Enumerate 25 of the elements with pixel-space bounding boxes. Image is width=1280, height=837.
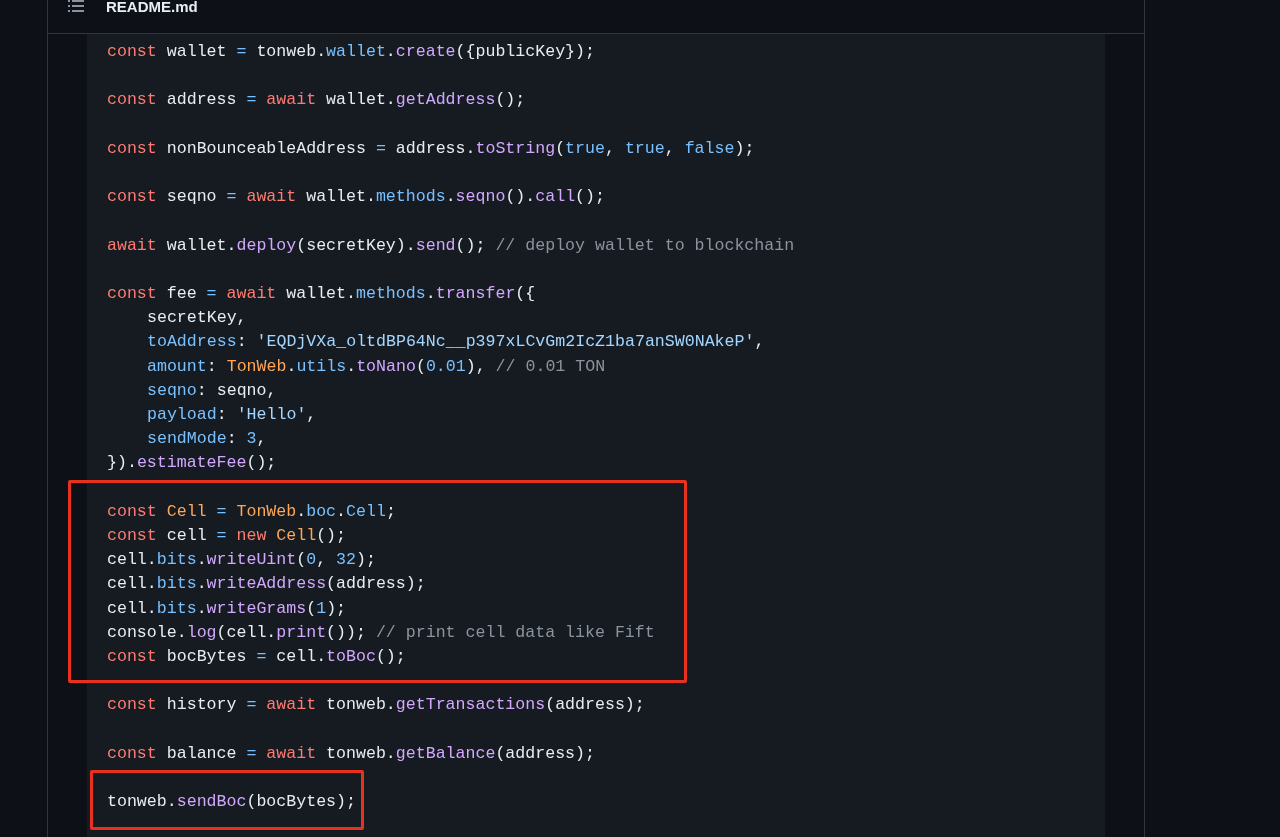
code-line: const wallet = tonweb.wallet.create({publicKey}); bbox=[107, 41, 595, 63]
code-line: const balance = await tonweb.getBalance(address); bbox=[107, 742, 595, 765]
code-line: tonweb.sendBoc(bocBytes); bbox=[107, 791, 356, 814]
code-line: const Cell = TonWeb.boc.Cell; bbox=[107, 500, 397, 523]
code-line: const cell = new Cell(); bbox=[107, 524, 348, 547]
code-line: const address = await wallet.getAddress(); bbox=[107, 89, 526, 112]
code-line: cell.bits.writeUint(0, 32); bbox=[107, 549, 377, 572]
code-line: cell.bits.writeGrams(1); bbox=[107, 597, 348, 620]
code-line: const fee = await wallet.methods.transfer({ bbox=[107, 282, 537, 305]
code-line: const bocBytes = cell.toBoc(); bbox=[107, 646, 407, 668]
code-line: const history = await tonweb.getTransactions(address); bbox=[107, 694, 645, 717]
code-line: seqno: seqno, bbox=[146, 379, 278, 402]
list-icon[interactable] bbox=[68, 0, 84, 12]
code-line: sendMode: 3, bbox=[146, 428, 268, 451]
code-line: await wallet.deploy(secretKey).send(); // deploy wallet to blockchain bbox=[107, 234, 795, 257]
file-name: README.md bbox=[106, 0, 198, 14]
code-line: payload: 'Hello', bbox=[146, 403, 318, 426]
code-line: console.log(cell.print()); // print cell data like Fift bbox=[107, 621, 655, 644]
code-line: cell.bits.writeAddress(address); bbox=[107, 573, 427, 596]
code-line: amount: TonWeb.utils.toNano(0.01), // 0.01 TON bbox=[146, 355, 607, 378]
code-line: toAddress: 'EQDjVXa_oltdBP64Nc__p397xLCvGm2IcZ1ba7anSW0NAkeP', bbox=[146, 331, 765, 354]
code-line: }).estimateFee(); bbox=[107, 452, 278, 475]
code-line: const seqno = await wallet.methods.seqno().call(); bbox=[107, 186, 605, 209]
code-line: const nonBounceableAddress = address.toString(true, true, false); bbox=[107, 137, 755, 160]
code-line: secretKey, bbox=[146, 307, 248, 330]
